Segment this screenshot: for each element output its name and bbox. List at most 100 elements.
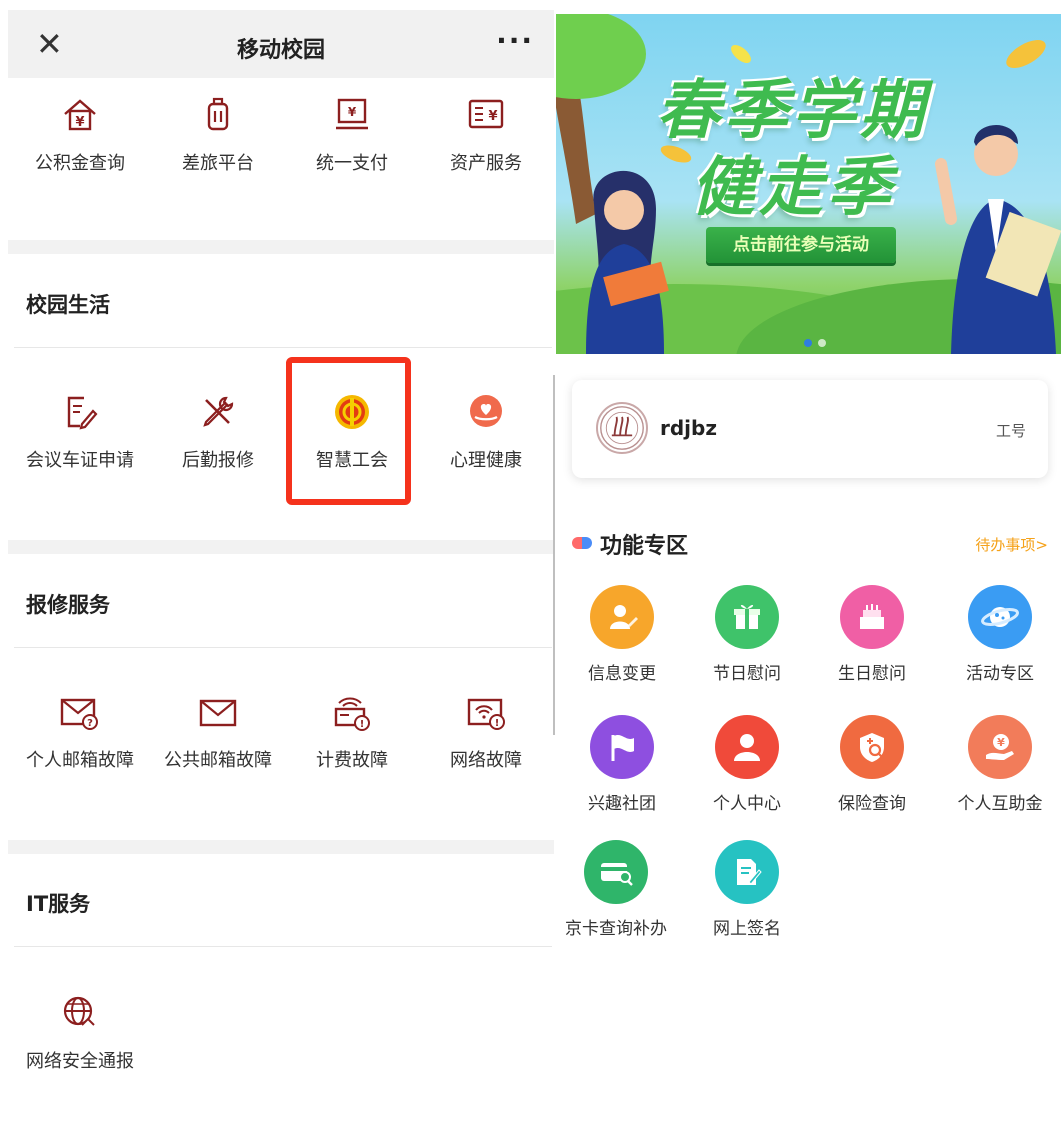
asset-ledger-icon: ¥ — [468, 99, 504, 129]
gift-icon — [715, 585, 779, 649]
service-network-security-notice[interactable]: 网络安全通报 — [10, 993, 150, 1073]
service-meeting-car-permit[interactable]: 会议车证申请 — [10, 392, 150, 472]
feature-holiday-greetings[interactable]: 节日慰问 — [687, 585, 807, 684]
service-label: 统一支付 — [316, 153, 388, 174]
divider — [14, 946, 552, 947]
edit-person-icon — [590, 585, 654, 649]
divider — [14, 647, 552, 648]
section-separator — [8, 540, 554, 554]
service-label: 个人邮箱故障 — [26, 750, 134, 771]
feature-birthday-greetings[interactable]: 生日慰问 — [812, 585, 932, 684]
feature-online-signature[interactable]: 网上签名 — [687, 840, 807, 939]
shield-search-icon — [840, 715, 904, 779]
service-label: 网络安全通报 — [26, 1051, 134, 1072]
section-title-campus-life: 校园生活 — [26, 293, 110, 317]
banner-cta-button[interactable]: 点击前往参与活动 — [706, 227, 896, 263]
service-billing-fault[interactable]: ! 计费故障 — [282, 694, 422, 772]
person-icon — [715, 715, 779, 779]
svg-text:!: ! — [495, 718, 500, 729]
edit-document-icon — [67, 396, 98, 430]
heart-hand-icon — [470, 395, 502, 427]
service-personal-mail-fault[interactable]: ? 个人邮箱故障 — [10, 694, 150, 772]
house-yen-icon: ¥ — [64, 99, 96, 131]
service-housing-fund[interactable]: ¥ 公积金查询 — [10, 95, 150, 175]
service-label: 差旅平台 — [182, 153, 254, 174]
svg-text:?: ? — [87, 718, 93, 729]
employee-id-label: 工号 — [995, 422, 1026, 440]
section-separator — [8, 840, 554, 854]
divider — [14, 347, 552, 348]
section-pill-icon — [572, 537, 592, 549]
feature-zone-title: 功能专区 — [600, 534, 689, 559]
feature-label: 信息变更 — [588, 664, 656, 684]
card-search-icon — [584, 840, 648, 904]
feature-label: 个人中心 — [713, 794, 781, 814]
svg-text:¥: ¥ — [997, 736, 1005, 749]
service-network-fault[interactable]: ! 网络故障 — [416, 694, 556, 772]
feature-label: 京卡查询补办 — [565, 919, 667, 939]
service-assets[interactable]: ¥ 资产服务 — [416, 95, 556, 175]
todo-link[interactable]: 待办事项> — [975, 534, 1048, 555]
feature-label: 活动专区 — [966, 664, 1034, 684]
carousel-indicator — [804, 332, 832, 351]
feature-info-change[interactable]: 信息变更 — [562, 585, 682, 684]
svg-text:¥: ¥ — [488, 109, 497, 124]
profile-name: rdjbz — [660, 416, 717, 440]
service-public-mail-fault[interactable]: 公共邮箱故障 — [148, 694, 288, 772]
feature-label: 兴趣社团 — [588, 794, 656, 814]
carousel-dot[interactable] — [818, 339, 826, 347]
section-separator — [8, 240, 554, 254]
document-sign-icon — [715, 840, 779, 904]
title-bar: ✕ 移动校园 ··· — [8, 10, 554, 78]
feature-zone-header: 功能专区 待办事项> — [572, 528, 1048, 559]
svg-text:!: ! — [360, 719, 365, 730]
wifi-warning-icon: ! — [467, 698, 505, 730]
service-mental-health[interactable]: 心理健康 — [416, 392, 556, 472]
service-label: 网络故障 — [450, 750, 522, 771]
it-services-row: 网络安全通报 — [0, 993, 556, 1123]
service-logistics-repair[interactable]: 后勤报修 — [148, 392, 288, 472]
feature-label: 保险查询 — [838, 794, 906, 814]
service-label: 公共邮箱故障 — [164, 750, 272, 771]
feature-jingka-query[interactable]: 京卡查询补办 — [556, 840, 676, 939]
feature-interest-clubs[interactable]: 兴趣社团 — [562, 715, 682, 814]
service-label: 会议车证申请 — [26, 450, 134, 471]
carousel-dot-active[interactable] — [804, 339, 812, 347]
svg-text:¥: ¥ — [348, 105, 357, 119]
profile-card[interactable]: rdjbz 工号 — [572, 380, 1048, 478]
banner-title-line2: 健走季 — [691, 151, 895, 225]
promo-banner[interactable]: 春季学期 健走季 点击前往参与活动 — [556, 14, 1061, 354]
mail-warning-icon: ? — [60, 698, 98, 730]
feature-label: 生日慰问 — [838, 664, 906, 684]
feature-label: 个人互助金 — [957, 794, 1043, 814]
feature-mutual-aid-fund[interactable]: ¥ 个人互助金 — [940, 715, 1060, 814]
feature-insurance-query[interactable]: 保险查询 — [812, 715, 932, 814]
service-payment[interactable]: ¥ 统一支付 — [282, 95, 422, 175]
service-label: 心理健康 — [450, 450, 522, 471]
avatar — [596, 402, 648, 454]
birthday-cake-icon — [840, 585, 904, 649]
feature-personal-center[interactable]: 个人中心 — [687, 715, 807, 814]
campus-life-row: 会议车证申请 后勤报修 智慧工会 心理健康 — [0, 392, 556, 522]
service-label: 后勤报修 — [182, 450, 254, 471]
repair-services-row: ? 个人邮箱故障 公共邮箱故障 ! 计费故障 ! 网络故障 — [0, 694, 556, 824]
section-title-it-services: IT服务 — [26, 892, 91, 916]
flag-icon — [590, 715, 654, 779]
more-options-button[interactable]: ··· — [496, 24, 534, 57]
feature-activity-zone[interactable]: 活动专区 — [940, 585, 1060, 684]
service-label: 公积金查询 — [35, 153, 125, 174]
hand-coin-icon: ¥ — [968, 715, 1032, 779]
luggage-icon — [207, 97, 229, 131]
feature-label: 网上签名 — [713, 919, 781, 939]
highlight-box — [286, 357, 411, 505]
wrench-screwdriver-icon — [203, 396, 234, 427]
billing-warning-icon: ! — [334, 697, 370, 731]
mobile-campus-panel: ✕ 移动校园 ··· ¥ 公积金查询 差旅平台 ¥ 统一支付 ¥ 资产服务 校园… — [0, 0, 556, 1108]
payment-terminal-icon: ¥ — [336, 98, 368, 130]
section-title-repair-services: 报修服务 — [26, 593, 110, 617]
mail-icon — [199, 699, 237, 727]
service-travel[interactable]: 差旅平台 — [148, 95, 288, 175]
panel-divider — [553, 375, 555, 735]
page-title: 移动校园 — [236, 38, 325, 63]
service-label: 资产服务 — [450, 153, 522, 174]
